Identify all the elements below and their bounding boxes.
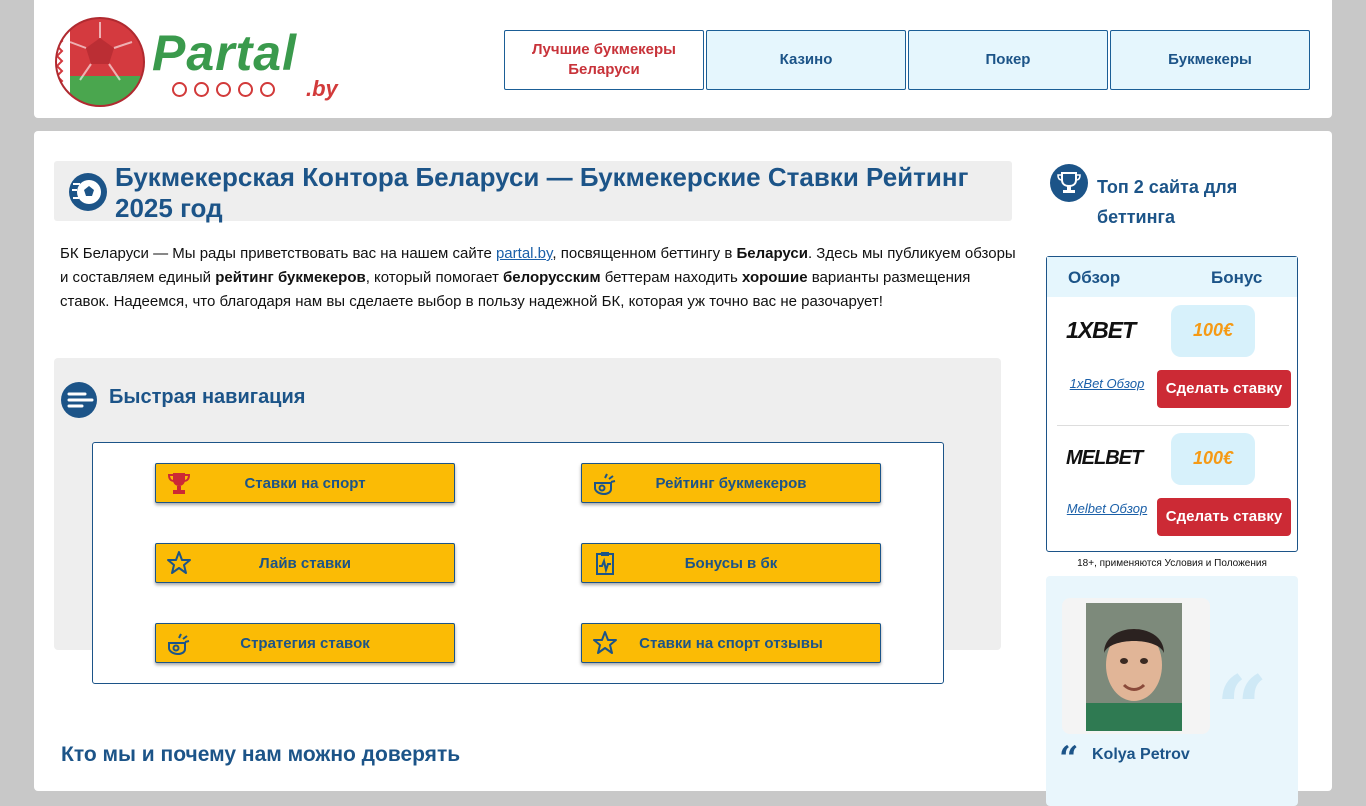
quick-navigation-list: Ставки на спорт Рейтинг букмекеров Лайв … (92, 442, 944, 684)
site-link[interactable]: partal.by (496, 245, 552, 262)
place-bet-button-1xbet[interactable]: Сделать ставку (1157, 370, 1291, 408)
basketball-icon (194, 82, 209, 97)
brand-logo-melbet[interactable]: MELBET (1066, 447, 1143, 470)
quick-nav-label: Стратегия ставок (240, 635, 370, 652)
nav-best-bookmakers-belarus[interactable]: Лучшие букмекеры Беларуси (504, 30, 704, 90)
bonus-badge: 100€ (1171, 433, 1255, 485)
quick-nav-bonuses[interactable]: Бонусы в бк (581, 543, 881, 583)
trophy-badge-icon (1050, 164, 1088, 202)
nav-poker[interactable]: Покер (908, 30, 1108, 90)
column-review: Обзор (1068, 268, 1121, 287)
logo-wordmark: Partal (152, 25, 297, 81)
intro-bold: хорошие (742, 269, 808, 286)
logo-sport-balls (172, 82, 282, 102)
nav-bookmakers[interactable]: Букмекеры (1110, 30, 1310, 90)
football-icon (216, 82, 231, 97)
football-flag-icon (55, 17, 145, 107)
list-bubble-icon (61, 382, 97, 418)
logo-suffix: .by (306, 76, 338, 101)
intro-bold: Беларуси (736, 245, 808, 262)
quote-decoration-icon: “ (1216, 656, 1268, 762)
quick-nav-reviews[interactable]: Ставки на спорт отзывы (581, 623, 881, 663)
row-divider (1057, 425, 1289, 426)
site-logo[interactable]: Partal .by (54, 16, 359, 108)
quick-nav-label: Ставки на спорт отзывы (639, 635, 823, 652)
quick-nav-label: Бонусы в бк (684, 555, 778, 572)
sidebar-title: Топ 2 сайта для беттинга (1097, 177, 1238, 227)
page-title-box: Букмекерская Контора Беларуси — Букмекер… (54, 161, 1012, 223)
intro-text: , который помогает (365, 269, 503, 286)
place-bet-button-melbet[interactable]: Сделать ставку (1157, 498, 1291, 536)
soccer-ball-icon (69, 173, 107, 211)
bookmaker-rating-table: Обзор Бонус 1XBET 100€ 1xBet Обзор Сдела… (1046, 256, 1298, 552)
bonus-badge: 100€ (1171, 305, 1255, 357)
ball-icon (260, 82, 275, 97)
page-title: Букмекерская Контора Беларуси — Букмекер… (115, 162, 969, 223)
intro-text: , посвященном беттингу в (552, 245, 737, 262)
rating-table-header: Обзор Бонус (1047, 257, 1297, 297)
intro-bold: рейтинг букмекеров (215, 269, 366, 286)
section-heading-about: Кто мы и почему нам можно доверять (61, 743, 461, 766)
quote-mark-icon: “ (1059, 739, 1079, 779)
author-card: “ “ Kolya Petrov (1046, 576, 1298, 806)
brand-logo-1xbet[interactable]: 1XBET (1066, 317, 1136, 344)
quick-nav-betting-strategy[interactable]: Стратегия ставок (155, 623, 455, 663)
author-name: Kolya Petrov (1092, 746, 1190, 763)
main-content: Букмекерская Контора Беларуси — Букмекер… (34, 131, 1332, 806)
review-link-melbet[interactable]: Melbet Обзор (1065, 501, 1149, 516)
site-header: Partal .by Лучшие букмекеры Беларуси Каз… (34, 0, 1332, 118)
quick-navigation-title: Быстрая навигация (109, 386, 306, 408)
age-disclaimer: 18+, применяются Условия и Положения (1077, 558, 1267, 569)
review-link-1xbet[interactable]: 1xBet Обзор (1065, 376, 1149, 391)
intro-paragraph: БК Беларуси — Мы рады приветствовать вас… (60, 242, 1020, 314)
quick-nav-bookmaker-rating[interactable]: Рейтинг букмекеров (581, 463, 881, 503)
nav-casino[interactable]: Казино (706, 30, 906, 90)
avatar (1086, 603, 1182, 731)
tennis-ball-icon (238, 82, 253, 97)
quick-nav-live-betting[interactable]: Лайв ставки (155, 543, 455, 583)
quick-nav-sports-betting[interactable]: Ставки на спорт (155, 463, 455, 503)
quick-nav-label: Ставки на спорт (244, 475, 366, 492)
quick-nav-label: Рейтинг букмекеров (655, 475, 807, 492)
quick-nav-label: Лайв ставки (259, 555, 351, 572)
intro-text: беттерам находить (600, 269, 743, 286)
intro-text: БК Беларуси — Мы рады приветствовать вас… (60, 245, 496, 262)
intro-bold: белорусским (503, 269, 601, 286)
column-bonus: Бонус (1211, 268, 1263, 287)
volleyball-icon (172, 82, 187, 97)
